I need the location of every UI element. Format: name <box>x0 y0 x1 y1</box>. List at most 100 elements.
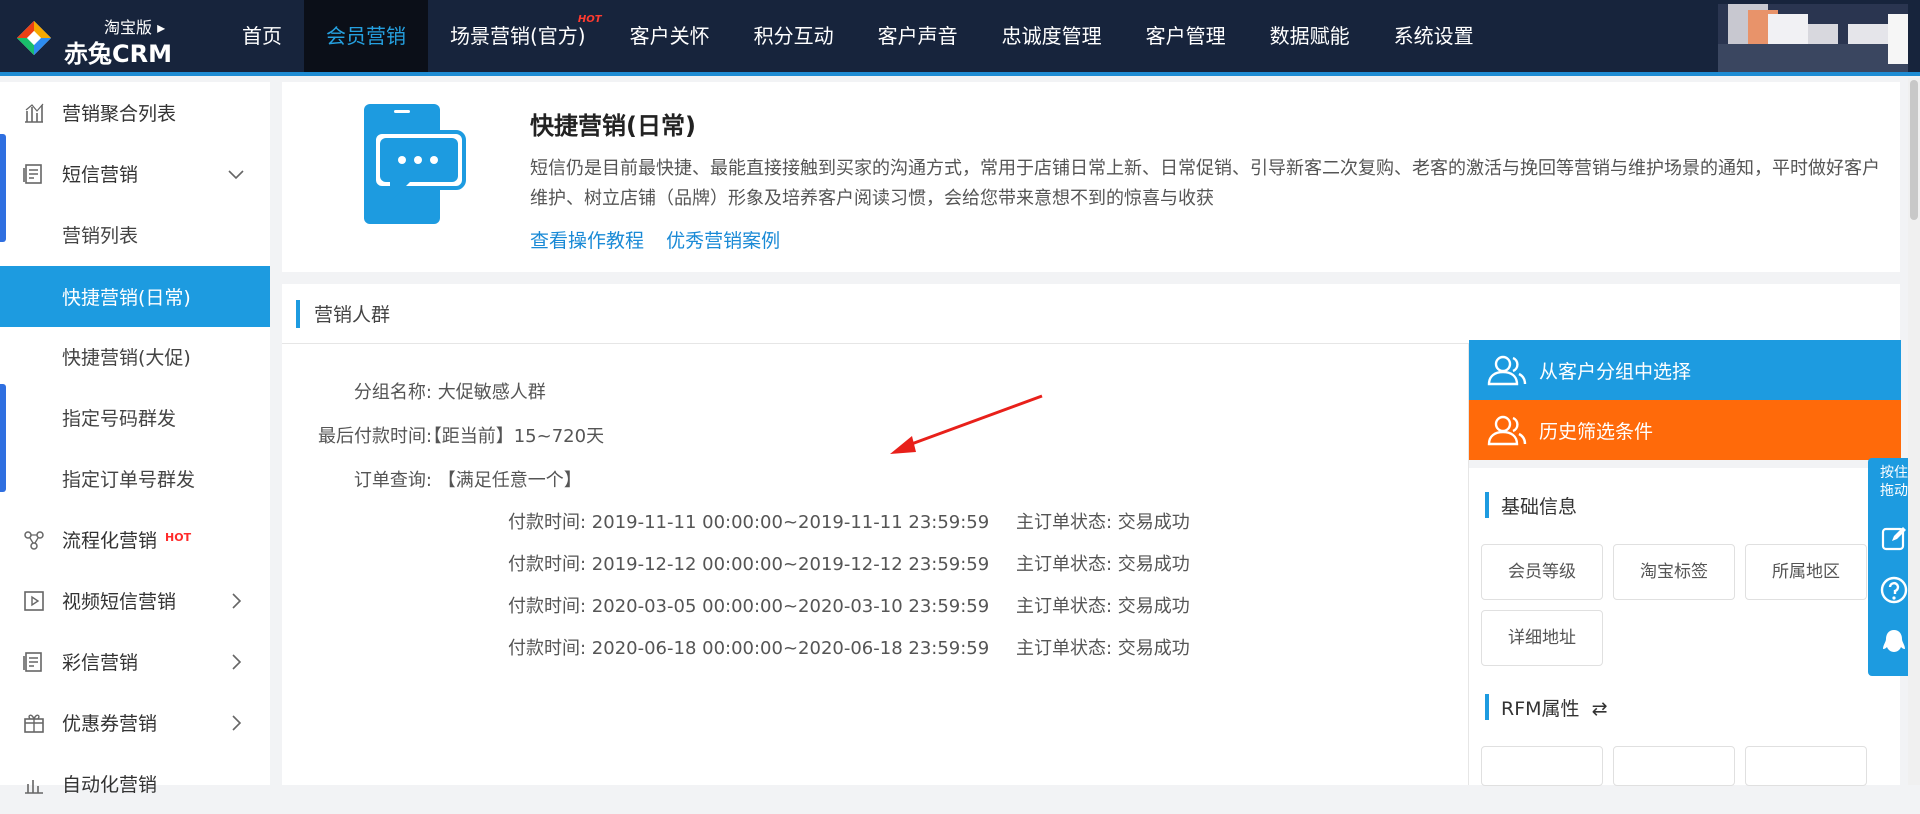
chevron-down-icon <box>228 169 244 179</box>
sidebar-item-marketing-list[interactable]: 营销列表 <box>0 204 270 265</box>
users-icon <box>1487 415 1527 446</box>
sidebar-item-flow[interactable]: 流程化营销 HOT <box>0 509 270 570</box>
nav-customer-voice[interactable]: 客户声音 <box>856 0 980 72</box>
order-query-value: 【满足任意一个】 <box>437 470 582 491</box>
mms-icon <box>23 651 42 672</box>
case-link[interactable]: 优秀营销案例 <box>666 230 780 252</box>
section-title: 基础信息 <box>1501 496 1578 518</box>
condition-status: 主订单状态: 交易成功 <box>1016 554 1190 575</box>
sidebar-item-coupon[interactable]: 优惠券营销 <box>0 692 270 753</box>
sidebar-item-label: 营销列表 <box>62 225 139 247</box>
intro-card: 快捷营销(日常) 短信仍是目前最快捷、最能直接接触到买家的沟通方式，常用于店铺日… <box>282 82 1900 272</box>
edit-icon[interactable] <box>1880 524 1908 552</box>
help-icon[interactable] <box>1880 576 1908 604</box>
sidebar-item-label: 指定号码群发 <box>62 408 177 430</box>
order-query-label: 订单查询: <box>353 470 432 491</box>
logo-name: 赤兔CRM <box>64 40 172 68</box>
auto-icon <box>25 779 43 794</box>
phone-message-icon <box>364 104 466 224</box>
sidebar-item-label: 流程化营销 HOT <box>62 530 192 552</box>
divider <box>1469 460 1901 468</box>
crowd-section-header: 营销人群 <box>282 284 1900 344</box>
page-scrollbar[interactable] <box>1908 78 1920 785</box>
nav-loyalty[interactable]: 忠诚度管理 <box>980 0 1124 72</box>
nav-points[interactable]: 积分互动 <box>732 0 856 72</box>
order-condition-row: 付款时间: 2019-11-11 00:00:00~2019-11-11 23:… <box>508 508 1190 534</box>
scrollbar-thumb[interactable] <box>1910 80 1918 220</box>
page-description: 短信仍是目前最快捷、最能直接接触到买家的沟通方式，常用于店铺日常上新、日常促销、… <box>530 158 1880 209</box>
sidebar-item-marketing-aggregate[interactable]: 营销聚合列表 <box>0 82 270 143</box>
nav-customer-mgmt[interactable]: 客户管理 <box>1124 0 1248 72</box>
condition-time: 付款时间: 2020-06-18 00:00:00~2020-06-18 23:… <box>508 638 990 659</box>
filter-panel: 从客户分组中选择 历史筛选条件 基础信息 会员等级 淘宝标签 所属地区 详细地址… <box>1468 340 1901 786</box>
sidebar-item-number-mass[interactable]: 指定号码群发 <box>0 387 270 448</box>
tag-address[interactable]: 详细地址 <box>1481 610 1603 666</box>
hot-badge: HOT <box>165 531 192 544</box>
nav-data[interactable]: 数据赋能 <box>1248 0 1372 72</box>
sidebar-item-label: 营销聚合列表 <box>62 103 177 125</box>
nav-member-marketing[interactable]: 会员营销 <box>304 0 428 72</box>
nav-settings[interactable]: 系统设置 <box>1372 0 1496 72</box>
last-pay-row: 最后付款时间: 【距当前】15~720天 <box>318 422 604 448</box>
qq-chat-icon[interactable] <box>1880 628 1908 656</box>
logo[interactable]: 淘宝版 ▸ 赤兔CRM <box>14 14 174 68</box>
sidebar-item-automation[interactable]: 自动化营销 <box>0 753 270 814</box>
nav-home[interactable]: 首页 <box>220 0 304 72</box>
condition-status: 主订单状态: 交易成功 <box>1016 638 1190 659</box>
section-title: 营销人群 <box>314 304 391 326</box>
order-condition-row: 付款时间: 2020-06-18 00:00:00~2020-06-18 23:… <box>508 634 1190 660</box>
order-condition-row: 付款时间: 2020-03-05 00:00:00~2020-03-10 23:… <box>508 592 1190 618</box>
button-label: 从客户分组中选择 <box>1539 360 1692 383</box>
select-from-group-button[interactable]: 从客户分组中选择 <box>1469 340 1901 400</box>
tag-taobao-label[interactable]: 淘宝标签 <box>1613 544 1735 600</box>
section-marker <box>1485 492 1489 518</box>
tag-member-level[interactable]: 会员等级 <box>1481 544 1603 600</box>
crowd-card: 营销人群 分组名称: 大促敏感人群 最后付款时间: 【距当前】15~720天 订… <box>282 284 1901 786</box>
section-marker <box>1485 694 1489 720</box>
sidebar-item-order-mass[interactable]: 指定订单号群发 <box>0 448 270 509</box>
order-condition-row: 付款时间: 2019-12-12 00:00:00~2019-12-12 23:… <box>508 550 1190 576</box>
condition-time: 付款时间: 2020-03-05 00:00:00~2020-03-10 23:… <box>508 596 990 617</box>
condition-status: 主订单状态: 交易成功 <box>1016 512 1190 533</box>
flow-icon <box>24 530 44 550</box>
hot-badge: HOT <box>577 14 602 25</box>
rfm-tag[interactable] <box>1745 746 1867 786</box>
tag-region[interactable]: 所属地区 <box>1745 544 1867 600</box>
annotation-arrow-icon <box>890 394 1043 454</box>
sidebar-item-sms[interactable]: 短信营销 <box>0 143 270 204</box>
sidebar-item-label: 短信营销 <box>62 164 139 186</box>
page-title: 快捷营销(日常) <box>530 112 696 140</box>
chevron-right-icon <box>232 714 242 731</box>
sidebar-item-label: 优惠券营销 <box>62 713 158 735</box>
nav-customer-care[interactable]: 客户关怀 <box>608 0 732 72</box>
sidebar-item-label: 视频短信营销 <box>62 591 177 613</box>
group-name-label: 分组名称: <box>353 382 432 403</box>
condition-status: 主订单状态: 交易成功 <box>1016 596 1190 617</box>
condition-time: 付款时间: 2019-12-12 00:00:00~2019-12-12 23:… <box>508 554 990 575</box>
sms-icon <box>23 163 42 184</box>
rfm-tag[interactable] <box>1613 746 1735 786</box>
rfm-tag[interactable] <box>1481 746 1603 786</box>
logo-icon <box>17 21 51 55</box>
tutorial-link[interactable]: 查看操作教程 <box>530 230 644 252</box>
main-nav: 首页 会员营销 场景营销(官方) HOT 客户关怀 积分互动 客户声音 忠诚度管理… <box>220 0 1496 72</box>
last-pay-label: 最后付款时间: <box>318 426 433 447</box>
group-name-value: 大促敏感人群 <box>437 382 546 403</box>
users-icon <box>1487 355 1527 386</box>
sidebar-item-mms[interactable]: 彩信营销 <box>0 631 270 692</box>
sidebar-item-quick-daily[interactable]: 快捷营销(日常) <box>0 266 270 327</box>
section-marker <box>296 300 300 328</box>
sidebar-item-label: 自动化营销 <box>62 774 158 796</box>
swap-icon[interactable]: ⇄ <box>1592 698 1608 720</box>
sidebar-item-label: 快捷营销(日常) <box>62 287 191 309</box>
nav-scene-marketing[interactable]: 场景营销(官方) HOT <box>428 0 608 72</box>
sidebar-item-quick-promo[interactable]: 快捷营销(大促) <box>0 326 270 387</box>
sidebar-item-label: 快捷营销(大促) <box>62 347 191 369</box>
user-avatar-blurred[interactable] <box>1718 4 1908 72</box>
sidebar-item-video-sms[interactable]: 视频短信营销 <box>0 570 270 631</box>
chevron-right-icon <box>232 653 242 670</box>
drag-handle[interactable]: 按住拖动 <box>1877 464 1911 500</box>
sidebar: 营销聚合列表 短信营销 营销列表 快捷营销(日常) 快捷营销(大促) 指定号码群… <box>0 82 270 796</box>
history-filter-button[interactable]: 历史筛选条件 <box>1469 400 1901 460</box>
video-icon <box>24 590 44 611</box>
